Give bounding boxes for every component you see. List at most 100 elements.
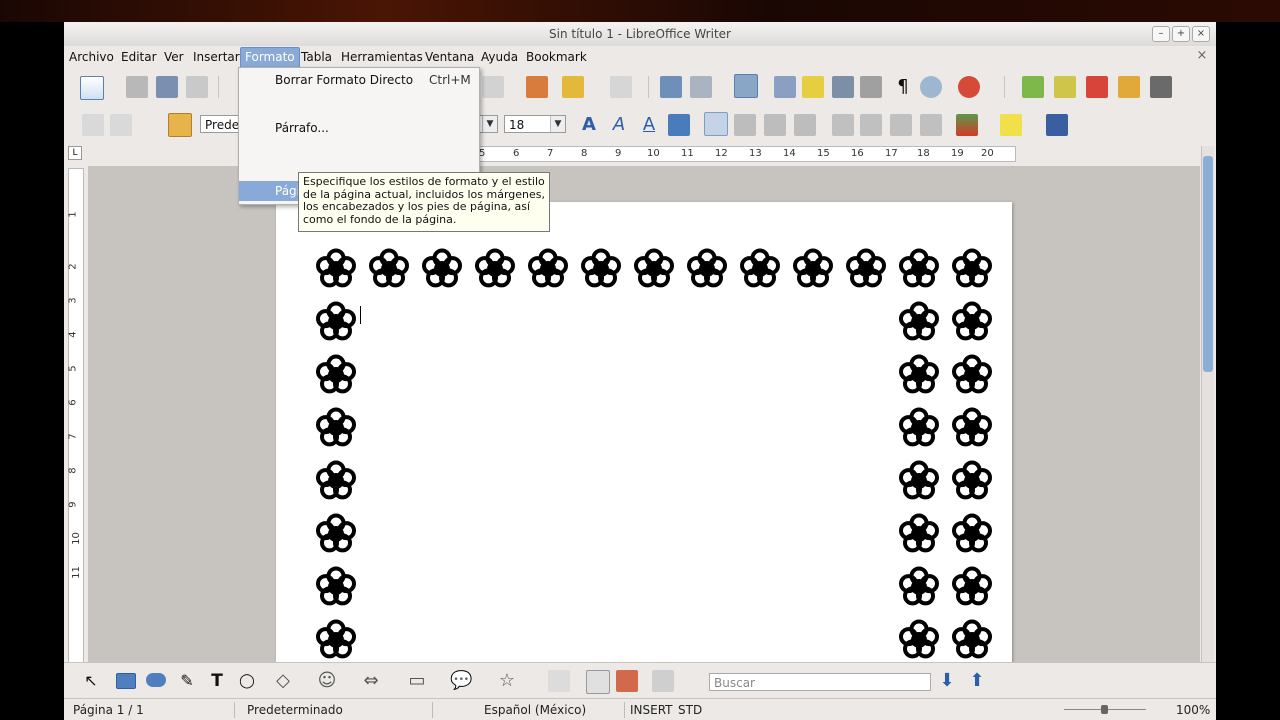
superscript-icon[interactable]: [668, 114, 690, 136]
undo-icon[interactable]: [562, 76, 584, 98]
italic-icon[interactable]: A: [608, 114, 630, 136]
callout-icon[interactable]: ◯: [236, 670, 258, 692]
close-document-icon[interactable]: ×: [1194, 46, 1210, 66]
menu-item-parrafo[interactable]: Párrafo...: [239, 118, 477, 138]
email-icon[interactable]: [186, 76, 208, 98]
menu-ayuda[interactable]: Ayuda: [477, 47, 522, 67]
gallery-icon[interactable]: [832, 76, 854, 98]
justify-icon[interactable]: [794, 114, 816, 136]
minimize-icon[interactable]: –: [1152, 26, 1170, 42]
font-name-combo-arrow[interactable]: ▼: [478, 115, 498, 133]
callouts-icon[interactable]: 💬: [450, 670, 472, 692]
insert-mode[interactable]: INSERT: [630, 699, 673, 720]
extrusion-icon[interactable]: [652, 670, 674, 692]
fontwork-icon[interactable]: [586, 670, 610, 694]
navigator-icon[interactable]: [802, 76, 824, 98]
block-arrows-icon[interactable]: ⇔: [360, 670, 382, 692]
macro-icon-1[interactable]: [1022, 76, 1044, 98]
vertical-ruler[interactable]: 1 2 3 4 5 6 7 8 9 10 11: [68, 168, 84, 664]
border-flower: [952, 354, 992, 394]
menu-formato[interactable]: Formato: [240, 47, 300, 69]
find-replace-icon[interactable]: [774, 76, 796, 98]
bullets-icon[interactable]: [860, 114, 882, 136]
decrease-indent-icon[interactable]: [890, 114, 912, 136]
text-icon[interactable]: T: [206, 670, 228, 692]
freeform-icon[interactable]: ✎: [176, 670, 198, 692]
ruler-number: 8: [581, 148, 588, 159]
close-window-icon[interactable]: ×: [1192, 26, 1210, 42]
points-icon[interactable]: [548, 670, 570, 692]
selection-mode[interactable]: STD: [678, 699, 702, 720]
underline-icon[interactable]: A: [638, 114, 660, 136]
find-up-icon[interactable]: ⬆: [966, 670, 988, 692]
ruler-number: 7: [547, 148, 554, 159]
zoom-slider-handle[interactable]: [1101, 705, 1108, 714]
ellipse-icon[interactable]: [146, 673, 166, 687]
menu-herramientas[interactable]: Herramientas: [337, 47, 427, 67]
forward-icon[interactable]: [110, 114, 132, 136]
find-down-icon[interactable]: ⬇: [936, 670, 958, 692]
clone-format-icon[interactable]: [526, 76, 548, 98]
macro-icon-3[interactable]: [1086, 76, 1108, 98]
open-icon[interactable]: [126, 76, 148, 98]
menu-bookmark[interactable]: Bookmark: [522, 47, 591, 67]
font-color-icon[interactable]: [956, 114, 978, 136]
border-flower: [846, 248, 886, 288]
border-flower: [634, 248, 674, 288]
basic-shapes-icon[interactable]: ◇: [272, 670, 294, 692]
border-flower: [687, 248, 727, 288]
style-icon[interactable]: [168, 113, 192, 137]
language[interactable]: Español (México): [484, 699, 586, 720]
flowchart-icon[interactable]: ▭: [406, 670, 428, 692]
align-center-icon[interactable]: [734, 114, 756, 136]
macro-icon-2[interactable]: [1054, 76, 1076, 98]
document-page[interactable]: [276, 202, 1012, 662]
scrollbar-thumb[interactable]: [1203, 156, 1213, 372]
increase-indent-icon[interactable]: [920, 114, 942, 136]
formatting-marks-icon[interactable]: ¶: [892, 76, 914, 98]
find-input[interactable]: Buscar: [709, 673, 931, 691]
help-icon[interactable]: [958, 76, 980, 98]
vertical-scrollbar[interactable]: [1201, 146, 1214, 662]
font-size-combo[interactable]: 18 ▼: [504, 115, 566, 133]
back-icon[interactable]: [82, 114, 104, 136]
new-document-icon[interactable]: [80, 76, 104, 100]
highlight-icon[interactable]: [1000, 114, 1022, 136]
tab-stop-icon[interactable]: L: [68, 146, 82, 160]
separator: [218, 76, 219, 98]
macro-icon-5[interactable]: [1150, 76, 1172, 98]
data-sources-icon[interactable]: [860, 76, 882, 98]
table-icon[interactable]: [690, 76, 712, 98]
paragraph-style-combo[interactable]: Predet: [200, 115, 244, 133]
menu-archivo[interactable]: Archivo: [65, 47, 118, 67]
from-file-icon[interactable]: [616, 670, 638, 692]
menu-insertar[interactable]: Insertar: [189, 47, 244, 67]
menu-editar[interactable]: Editar: [117, 47, 161, 67]
redo-icon[interactable]: [610, 76, 632, 98]
page-style[interactable]: Predeterminado: [247, 699, 343, 720]
separator: [1004, 76, 1005, 98]
menu-tabla[interactable]: Tabla: [297, 47, 336, 67]
border-flower: [316, 301, 356, 341]
paste-icon[interactable]: [482, 76, 504, 98]
align-right-icon[interactable]: [764, 114, 786, 136]
menu-item-borrar-formato[interactable]: Borrar Formato Directo Ctrl+M: [239, 70, 477, 90]
numbering-icon[interactable]: [832, 114, 854, 136]
show-draw-icon[interactable]: [734, 74, 758, 98]
stars-icon[interactable]: ☆: [496, 670, 518, 692]
zoom-icon[interactable]: [920, 76, 942, 98]
save-icon[interactable]: [156, 76, 178, 98]
symbol-shapes-icon[interactable]: ☺: [316, 670, 338, 692]
bold-icon[interactable]: A: [578, 114, 600, 136]
macro-icon-4[interactable]: [1118, 76, 1140, 98]
rectangle-icon[interactable]: [116, 673, 136, 689]
maximize-icon[interactable]: +: [1172, 26, 1190, 42]
background-color-icon[interactable]: [1046, 114, 1068, 136]
border-flower: [952, 460, 992, 500]
hyperlink-icon[interactable]: [660, 76, 682, 98]
align-left-icon[interactable]: [704, 112, 728, 136]
menu-ver[interactable]: Ver: [160, 47, 188, 67]
border-flower: [475, 248, 515, 288]
select-icon[interactable]: ↖: [80, 670, 102, 692]
menu-ventana[interactable]: Ventana: [421, 47, 478, 67]
